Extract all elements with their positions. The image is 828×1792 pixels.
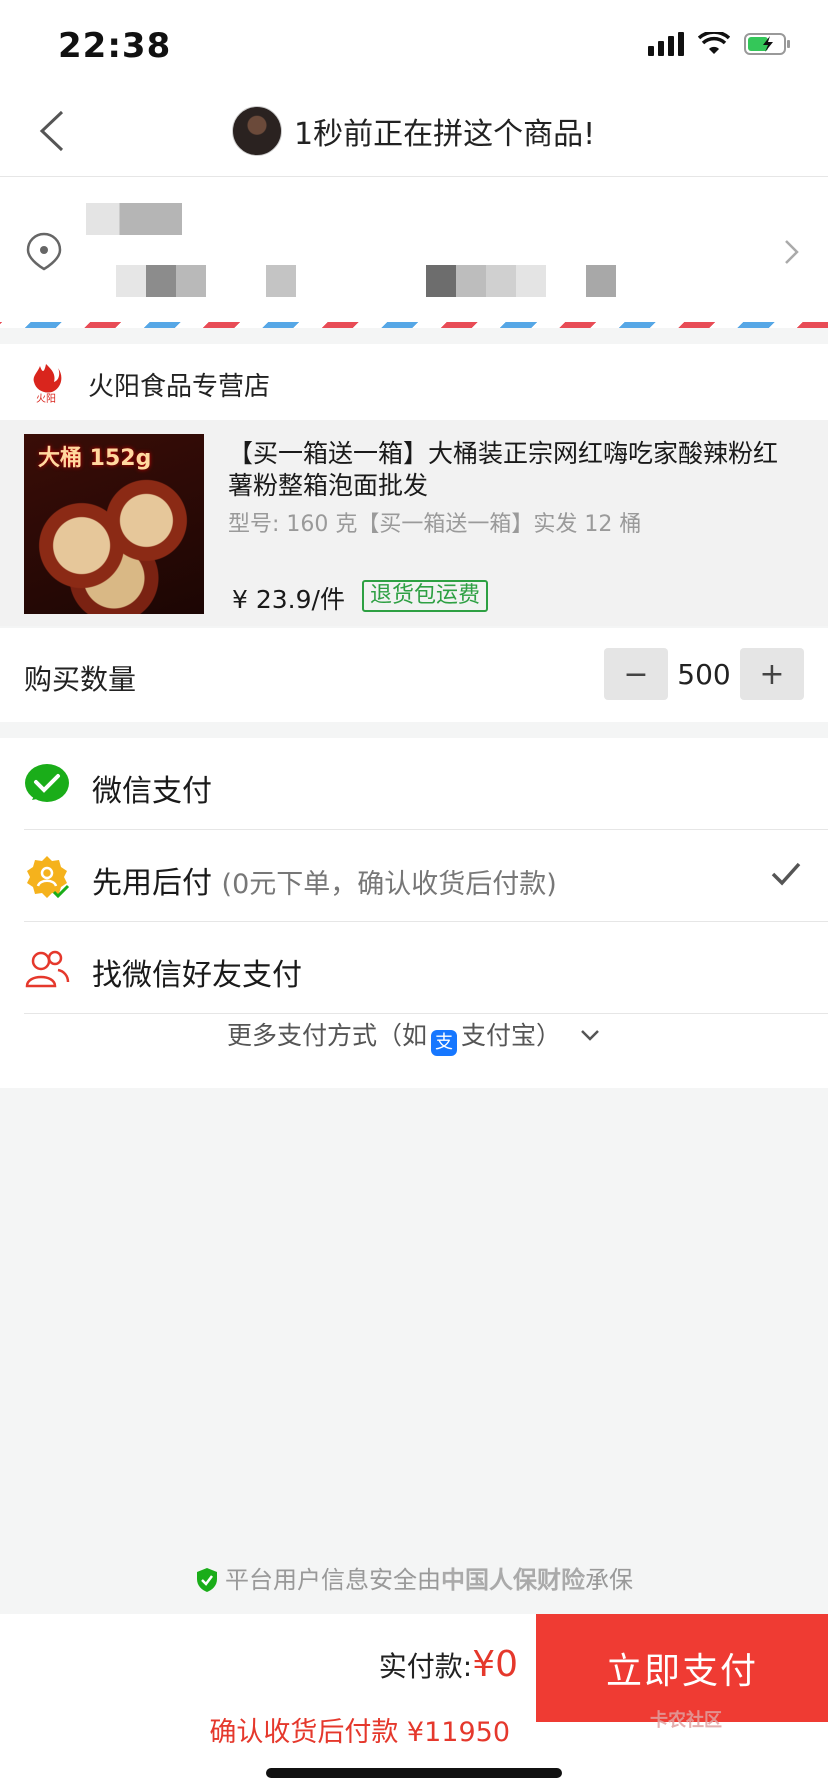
product-image-label: 大桶 152g (38, 446, 152, 471)
payment-label-text: 微信支付 (92, 774, 212, 809)
decrease-button[interactable]: − (604, 648, 668, 700)
signal-icon (648, 32, 684, 56)
status-bar: 22:38 (0, 0, 828, 88)
insurer-name: 中国人保财险 (441, 1566, 585, 1594)
security-prefix: 平台用户信息安全由 (225, 1566, 441, 1594)
battery-icon (744, 33, 790, 55)
airmail-divider (0, 322, 828, 328)
bottom-bar: 实付款:¥0 确认收货后付款 ¥11950 立即支付 卡农社区 (0, 1614, 828, 1792)
address-section[interactable] (0, 177, 828, 325)
payment-option-pay-later[interactable]: 先用后付 (0元下单，确认收货后付款) (24, 830, 828, 922)
security-suffix: 承保 (585, 1566, 633, 1594)
product-title: 【买一箱送一箱】大桶装正宗网红嗨吃家酸辣粉红薯粉整箱泡面批发 (228, 439, 779, 500)
product-spec: 型号: 160 克【买一箱送一箱】实发 12 桶 (228, 512, 642, 537)
watermark: 卡农社区 (650, 1710, 722, 1731)
avatar (232, 106, 282, 156)
location-pin-icon (26, 232, 62, 271)
more-payment-prefix: 更多支付方式（如 (227, 1021, 428, 1050)
product-price: ¥ 23.9/件 (232, 585, 345, 614)
more-payment-methods[interactable]: 更多支付方式（如支支付宝） (0, 1016, 828, 1056)
payment-label: 找微信好友支付 (92, 950, 302, 994)
nav-center: 1秒前正在拼这个商品! (232, 106, 595, 156)
payment-label-text: 找微信好友支付 (92, 958, 302, 993)
redacted-address (86, 265, 666, 297)
wifi-icon (698, 32, 730, 54)
quantity-row: 购买数量 − 500 + (0, 628, 828, 722)
status-icons (648, 32, 792, 56)
quantity-label: 购买数量 (24, 663, 137, 696)
home-indicator (266, 1768, 562, 1778)
paid-amount: ¥0 (472, 1644, 518, 1685)
shop-logo-text: 火阳 (36, 393, 56, 404)
shop-logo-icon: 火阳 (33, 364, 62, 404)
payment-option-friend[interactable]: 找微信好友支付 (24, 922, 828, 1014)
wechat-pay-icon (25, 764, 69, 802)
chevron-right-icon (785, 240, 799, 264)
increase-button[interactable]: + (740, 648, 804, 700)
payment-label: 微信支付 (92, 766, 212, 810)
chevron-down-icon (581, 1030, 599, 1041)
payment-label: 先用后付 (0元下单，确认收货后付款) (92, 858, 557, 902)
more-payment-suffix: 支付宝） (461, 1021, 562, 1050)
after-delivery-amount: 确认收货后付款 ¥11950 (209, 1717, 510, 1748)
nav-bar: 1秒前正在拼这个商品! (0, 88, 828, 177)
status-time: 22:38 (58, 26, 172, 66)
quantity-stepper: − 500 + (604, 648, 804, 700)
check-icon (771, 862, 801, 886)
shop-name: 火阳食品专营店 (88, 372, 271, 402)
friend-pay-icon (25, 950, 70, 988)
shield-check-icon (197, 1568, 217, 1592)
payment-methods: 微信支付 先用后付 (0元下单，确认收货后付款) 找微信好友支付 更多支付方式（… (0, 738, 828, 1088)
pay-later-icon (27, 856, 70, 899)
product-image: 大桶 152g (24, 434, 204, 614)
security-notice: 平台用户信息安全由中国人保财险承保 (0, 1560, 828, 1595)
product-card[interactable]: 大桶 152g 【买一箱送一箱】大桶装正宗网红嗨吃家酸辣粉红薯粉整箱泡面批发 型… (0, 420, 828, 626)
paid-label: 实付款: (378, 1650, 473, 1683)
payment-label-text: 先用后付 (92, 866, 212, 901)
free-return-badge: 退货包运费 (362, 580, 489, 612)
payment-note: (0元下单，确认收货后付款) (221, 869, 557, 900)
shop-header[interactable]: 火阳 火阳食品专营店 (0, 344, 828, 420)
alipay-icon: 支 (431, 1030, 458, 1056)
page-title: 1秒前正在拼这个商品! (294, 117, 596, 152)
paid-summary: 实付款:¥0 (379, 1644, 518, 1685)
payment-option-wechat[interactable]: 微信支付 (24, 738, 828, 830)
back-arrow-icon[interactable] (30, 106, 80, 156)
quantity-value[interactable]: 500 (668, 658, 740, 691)
redacted-name (86, 203, 182, 235)
